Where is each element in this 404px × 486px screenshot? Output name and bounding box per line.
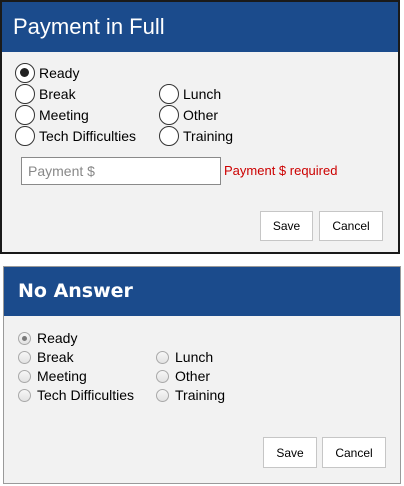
radio-break[interactable]: Break [15, 84, 76, 104]
radio-button-icon [15, 105, 35, 125]
radio-button-checked-icon [15, 63, 35, 83]
radio-label: Training [183, 128, 234, 144]
radio-button-icon [156, 388, 169, 402]
save-button[interactable]: Save [260, 211, 313, 241]
radio-button-icon [156, 369, 169, 383]
radio-label: Ready [39, 65, 80, 81]
payment-amount-input[interactable] [21, 157, 221, 185]
no-answer-dialog: No Answer Ready Break Meeting Tech Diffi… [3, 266, 401, 484]
radio-label: Break [37, 349, 74, 365]
radio-tech-difficulties[interactable]: Tech Difficulties [18, 387, 134, 403]
dialog-title: No Answer [4, 267, 400, 316]
radio-button-checked-icon [18, 331, 31, 345]
radio-lunch[interactable]: Lunch [156, 349, 213, 365]
radio-ready[interactable]: Ready [18, 330, 77, 346]
radio-label: Break [39, 86, 76, 102]
radio-other[interactable]: Other [159, 105, 218, 125]
radio-label: Other [175, 368, 211, 384]
radio-meeting[interactable]: Meeting [18, 368, 87, 384]
radio-button-icon [159, 84, 179, 104]
radio-button-icon [156, 350, 169, 364]
cancel-button[interactable]: Cancel [319, 211, 383, 241]
payment-in-full-dialog: Payment in Full Ready Break Meeting Tech… [0, 0, 400, 254]
radio-lunch[interactable]: Lunch [159, 84, 221, 104]
save-button[interactable]: Save [263, 437, 317, 468]
radio-other[interactable]: Other [156, 368, 210, 384]
radio-button-icon [15, 84, 35, 104]
radio-label: Tech Difficulties [39, 128, 137, 144]
radio-button-icon [15, 126, 35, 146]
radio-label: Training [175, 387, 226, 403]
radio-label: Other [183, 107, 219, 123]
radio-label: Lunch [175, 349, 214, 365]
cancel-button[interactable]: Cancel [322, 437, 386, 468]
radio-button-icon [18, 388, 31, 402]
radio-meeting[interactable]: Meeting [15, 105, 89, 125]
dialog-title: Payment in Full [2, 2, 398, 52]
radio-tech-difficulties[interactable]: Tech Difficulties [15, 126, 136, 146]
radio-label: Meeting [39, 107, 89, 123]
radio-button-icon [18, 369, 31, 383]
radio-ready[interactable]: Ready [15, 63, 79, 83]
radio-label: Lunch [183, 86, 222, 102]
radio-button-icon [159, 126, 179, 146]
payment-required-error: Payment $ required [224, 163, 338, 178]
radio-button-icon [159, 105, 179, 125]
radio-label: Tech Difficulties [37, 387, 135, 403]
radio-training[interactable]: Training [159, 126, 233, 146]
radio-button-icon [18, 350, 31, 364]
radio-label: Meeting [37, 368, 87, 384]
radio-training[interactable]: Training [156, 387, 225, 403]
radio-label: Ready [37, 330, 78, 346]
radio-break[interactable]: Break [18, 349, 74, 365]
